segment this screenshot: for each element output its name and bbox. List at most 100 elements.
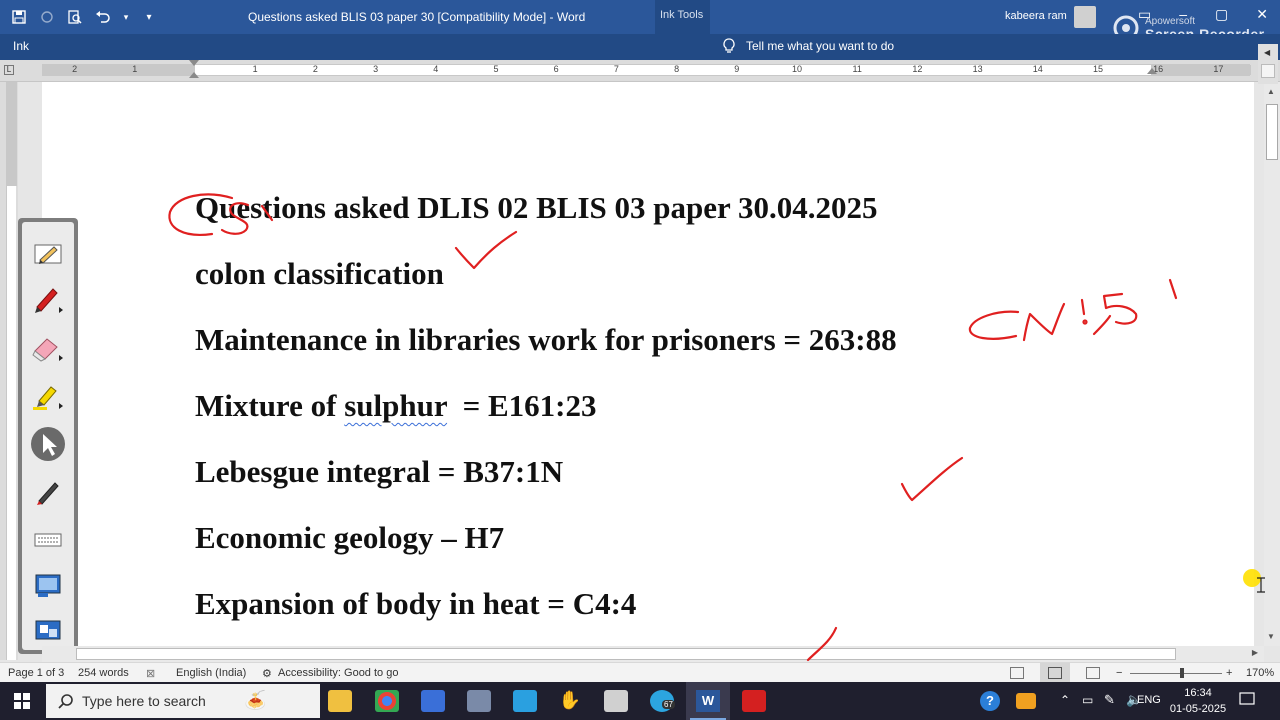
tab-review[interactable]: Review — [456, 39, 521, 53]
ruler-number: 1 — [132, 64, 138, 74]
photos-icon[interactable] — [513, 690, 537, 712]
zoom-level[interactable]: 170% — [1246, 667, 1274, 679]
vertical-ruler-track — [6, 82, 17, 660]
tab-help[interactable]: Help — [573, 39, 624, 53]
undo-icon[interactable] — [94, 8, 112, 26]
ruler-number: 9 — [734, 64, 740, 74]
print-preview-icon[interactable] — [66, 8, 84, 26]
select-pointer-icon[interactable] — [30, 426, 66, 462]
tab-mailings[interactable]: Mailings — [386, 39, 456, 53]
ruler-right-margin — [1151, 65, 1251, 75]
doc-line-economic-geology[interactable]: Economic geology – H7 — [195, 520, 504, 556]
telegram-icon[interactable]: 67 — [650, 690, 675, 712]
zoom-slider-thumb[interactable] — [1180, 668, 1184, 678]
screen-capture-icon[interactable] — [30, 568, 66, 604]
windows-start-icon[interactable] — [14, 693, 30, 709]
tab-selector-icon[interactable]: L — [4, 65, 14, 75]
lasso-pen-icon[interactable] — [30, 474, 66, 510]
web-layout-icon[interactable] — [1086, 667, 1100, 679]
help-icon[interactable]: ? — [980, 691, 1000, 711]
notifications-icon[interactable] — [1238, 690, 1260, 712]
tab-view[interactable]: View — [522, 39, 574, 53]
horizontal-scrollbar[interactable]: ▶ — [42, 646, 1264, 662]
user-name[interactable]: kabeera ram — [1005, 10, 1067, 22]
system-clock[interactable]: 16:34 01-05-2025 — [1166, 685, 1230, 717]
pen-tray-icon[interactable]: ✎ — [1104, 692, 1115, 708]
first-line-indent-marker[interactable] — [189, 60, 199, 66]
doc-line-lebesgue[interactable]: Lebesgue integral = B37:1N — [195, 454, 563, 490]
avatar[interactable] — [1074, 6, 1096, 28]
tray-expand-icon[interactable]: ⌃ — [1060, 693, 1070, 707]
app-icon-2[interactable] — [467, 690, 491, 712]
word-taskbar-active[interactable]: W — [686, 682, 730, 720]
pencil-icon[interactable] — [30, 236, 66, 272]
file-explorer-icon[interactable] — [328, 690, 352, 712]
tab-file[interactable]: File — [0, 39, 59, 53]
tab-references[interactable]: References — [299, 39, 386, 53]
keyboard-icon[interactable] — [30, 522, 66, 558]
clock-date: 01-05-2025 — [1169, 703, 1227, 715]
whiteboard-icon[interactable] — [30, 614, 66, 650]
tab-home[interactable]: Home — [59, 39, 117, 53]
battery-icon[interactable]: ▭ — [1082, 693, 1093, 707]
tell-me-box[interactable]: Tell me what you want to do — [722, 38, 894, 54]
doc-line-expansion[interactable]: Expansion of body in heat = C4:4 — [195, 586, 636, 622]
ruler-number: 3 — [373, 64, 379, 74]
customize-toolbar-icon[interactable]: ▾ — [140, 8, 158, 26]
save-icon[interactable] — [10, 8, 28, 26]
scroll-up-icon[interactable]: ▲ — [1267, 87, 1275, 96]
ruler-number: 2 — [312, 64, 318, 74]
accessibility-icon[interactable]: ⚙ — [262, 667, 272, 680]
zoom-out-icon[interactable]: − — [1116, 667, 1122, 679]
whiteboard-app-icon[interactable] — [604, 690, 628, 712]
window-title: Questions asked BLIS 03 paper 30 [Compat… — [248, 10, 586, 24]
word-count[interactable]: 254 words — [78, 667, 129, 679]
highlighter-icon[interactable] — [30, 378, 66, 414]
doc-line-maintenance[interactable]: Maintenance in libraries work for prison… — [195, 322, 897, 358]
vertical-scroll-thumb[interactable] — [1266, 104, 1278, 160]
chrome-icon[interactable] — [375, 690, 399, 712]
doc-line-sulphur[interactable]: Mixture of sulphur = E161:23 — [195, 388, 596, 424]
hanging-indent-marker[interactable] — [189, 72, 199, 78]
split-view-icon[interactable] — [1261, 64, 1275, 78]
tab-layout[interactable]: Layout — [237, 39, 299, 53]
lightbulb-icon — [723, 38, 735, 53]
tab-insert[interactable]: Insert — [117, 39, 173, 53]
undo-dropdown-icon[interactable]: ▾ — [122, 8, 130, 26]
language-indicator[interactable]: English (India) — [176, 667, 246, 679]
page-count[interactable]: Page 1 of 3 — [8, 667, 64, 679]
red-pen-icon[interactable] — [30, 282, 66, 318]
accessibility-status[interactable]: Accessibility: Good to go — [278, 667, 398, 679]
tab-acrobat[interactable]: Acrobat — [624, 39, 691, 53]
horizontal-ruler[interactable]: L 2 1 1 2 3 4 5 6 7 8 9 10 11 12 13 14 15 16 17 — [0, 60, 1280, 82]
document-page[interactable]: Questions asked DLIS 02 BLIS 03 paper 30… — [42, 82, 1254, 660]
spelling-flagged-word[interactable]: sulphur — [344, 388, 447, 423]
ribbon-collapse-panel: ◀ — [1258, 44, 1278, 84]
input-language[interactable]: ENG — [1137, 694, 1161, 706]
quick-access-toolbar: ▾ ▾ — [10, 8, 158, 26]
scroll-left-arrow-icon[interactable]: ◀ — [1264, 48, 1270, 57]
clock-time: 16:34 — [1184, 687, 1212, 699]
doc-title[interactable]: Questions asked DLIS 02 BLIS 03 paper 30… — [195, 190, 877, 226]
scroll-down-icon[interactable]: ▼ — [1267, 632, 1275, 641]
app-icon-1[interactable] — [421, 690, 445, 712]
vertical-scrollbar[interactable]: ▲ ▼ — [1264, 82, 1280, 646]
acrobat-icon[interactable] — [742, 690, 766, 712]
hand-icon[interactable]: ✋ — [558, 690, 582, 712]
zoom-slider[interactable] — [1130, 673, 1222, 674]
proofing-icon[interactable]: ⊠ — [146, 667, 155, 680]
taskbar-search[interactable]: Type here to search 🍝 — [46, 684, 320, 718]
eraser-icon[interactable] — [30, 330, 66, 366]
tab-design[interactable]: Design — [173, 39, 236, 53]
ruler-number: 12 — [912, 64, 923, 74]
ruler-number: 17 — [1213, 64, 1224, 74]
horizontal-scroll-thumb[interactable] — [76, 648, 1176, 660]
right-indent-marker[interactable] — [1147, 68, 1157, 74]
scroll-right-icon[interactable]: ▶ — [1252, 648, 1258, 657]
read-mode-icon[interactable] — [1010, 667, 1024, 679]
zoom-in-icon[interactable]: + — [1226, 667, 1232, 679]
doc-line-colon-classification[interactable]: colon classification — [195, 256, 444, 292]
ruler-number: 2 — [72, 64, 78, 74]
tray-app-icon[interactable] — [1016, 693, 1036, 709]
tell-me-text: Tell me what you want to do — [746, 39, 895, 53]
